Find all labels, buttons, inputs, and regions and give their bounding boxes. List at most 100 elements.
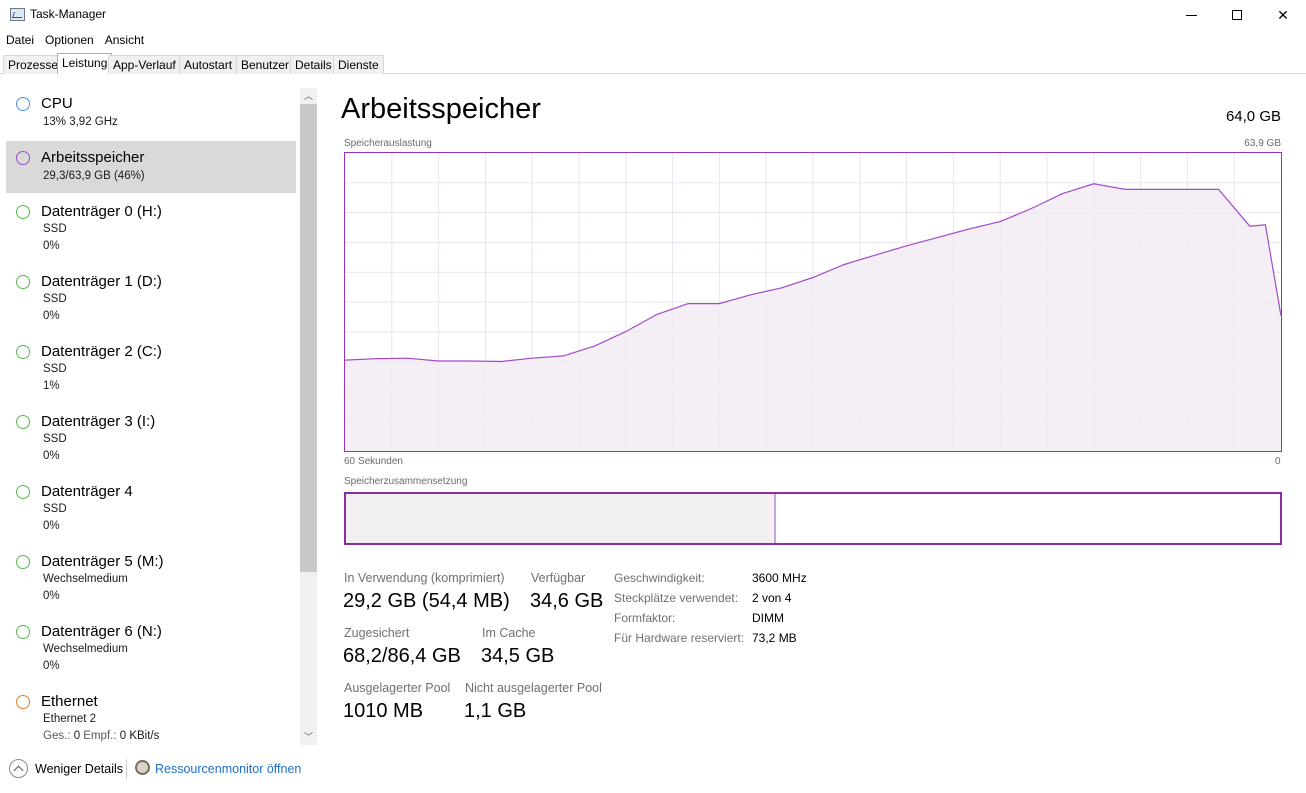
sidebar-item-title: Ethernet [41, 693, 98, 710]
sidebar-item-usage: 0% [43, 520, 60, 532]
sidebar-item-usage: 0% [43, 660, 60, 672]
sidebar-item-datentraeger-2[interactable]: Datenträger 2 (C:) SSD 1% [6, 336, 296, 402]
menu-ansicht[interactable]: Ansicht [99, 31, 149, 51]
composition-label: Speicherzusammensetzung [344, 476, 468, 487]
tab-autostart[interactable]: Autostart [179, 55, 238, 74]
graph-zero-label: 0 [1275, 456, 1281, 467]
collapse-chevron-icon[interactable] [9, 759, 28, 778]
maximize-icon [1232, 10, 1242, 20]
slots-value: 2 von 4 [752, 591, 792, 605]
task-manager-window: Task-Manager ✕ Datei Optionen Ansicht Pr… [0, 0, 1306, 793]
ethernet-indicator-icon [16, 695, 30, 709]
sidebar-item-type: SSD [43, 503, 67, 515]
title-bar: Task-Manager ✕ [0, 0, 1306, 30]
minimize-button[interactable] [1168, 0, 1214, 30]
sidebar-scrollbar-thumb[interactable] [300, 104, 317, 572]
cached-value: 34,5 GB [481, 645, 555, 667]
scroll-down-icon[interactable]: ﹀ [300, 729, 317, 745]
sidebar-item-title: Arbeitsspeicher [41, 149, 145, 166]
menu-optionen[interactable]: Optionen [39, 31, 99, 51]
sidebar-item-usage: 0% [43, 450, 60, 462]
in-use-label: In Verwendung (komprimiert) [344, 571, 505, 585]
sidebar-item-type: SSD [43, 293, 67, 305]
available-label: Verfügbar [531, 571, 586, 585]
sidebar-item-type: Wechselmedium [43, 573, 128, 585]
open-resource-monitor-link[interactable]: Ressourcenmonitor öffnen [155, 762, 301, 776]
sidebar-item-title: Datenträger 0 (H:) [41, 203, 162, 220]
receive-value: 0 KBit/s [119, 730, 160, 742]
fewer-details-button[interactable]: Weniger Details [35, 762, 123, 776]
sidebar-item-usage: 0% [43, 310, 60, 322]
sidebar-item-arbeitsspeicher[interactable]: Arbeitsspeicher 29,3/63,9 GB (46%) [6, 141, 296, 193]
disk-indicator-icon [16, 205, 30, 219]
in-use-value: 29,2 GB (54,4 MB) [343, 590, 510, 612]
scroll-up-icon[interactable]: ︿ [300, 88, 317, 104]
tab-dienste[interactable]: Dienste [333, 55, 384, 74]
tab-benutzer[interactable]: Benutzer [236, 55, 295, 74]
form-factor-value: DIMM [752, 611, 784, 625]
nonpaged-pool-value: 1,1 GB [464, 700, 527, 722]
disk-indicator-icon [16, 275, 30, 289]
disk-indicator-icon [16, 415, 30, 429]
slots-label: Steckplätze verwendet: [614, 591, 739, 605]
hardware-reserved-value: 73,2 MB [752, 631, 797, 645]
menu-datei[interactable]: Datei [0, 31, 39, 51]
footer-divider [126, 759, 127, 779]
disk-indicator-icon [16, 625, 30, 639]
sidebar-item-datentraeger-0[interactable]: Datenträger 0 (H:) SSD 0% [6, 196, 296, 262]
composition-in-use-segment [346, 494, 776, 543]
menu-bar: Datei Optionen Ansicht [0, 31, 149, 51]
memory-usage-graph [344, 152, 1282, 452]
sidebar-item-usage: 0% [43, 240, 60, 252]
sidebar-item-datentraeger-6[interactable]: Datenträger 6 (N:) Wechselmedium 0% [6, 616, 296, 682]
memory-indicator-icon [16, 151, 30, 165]
sidebar-item-type: SSD [43, 363, 67, 375]
sidebar-item-title: Datenträger 5 (M:) [41, 553, 164, 570]
receive-label: Empf.: [83, 730, 117, 742]
page-title: Arbeitsspeicher [341, 93, 541, 125]
tab-app-verlauf[interactable]: App-Verlauf [108, 55, 181, 74]
graph-label: Speicherauslastung [344, 138, 432, 149]
window-title: Task-Manager [30, 7, 107, 21]
sidebar-item-title: Datenträger 6 (N:) [41, 623, 162, 640]
minimize-icon [1185, 14, 1197, 16]
graph-max-label: 63,9 GB [1244, 138, 1281, 149]
disk-indicator-icon [16, 555, 30, 569]
sidebar-item-datentraeger-1[interactable]: Datenträger 1 (D:) SSD 0% [6, 266, 296, 332]
tab-prozesse[interactable]: Prozesse [3, 55, 64, 74]
graph-time-label: 60 Sekunden [344, 456, 403, 467]
sidebar-item-title: Datenträger 1 (D:) [41, 273, 162, 290]
send-value: 0 [73, 730, 81, 742]
cpu-indicator-icon [16, 97, 30, 111]
committed-value: 68,2/86,4 GB [343, 645, 461, 667]
sidebar-item-detail: 29,3/63,9 GB (46%) [43, 170, 145, 182]
sidebar-item-ethernet[interactable]: Ethernet Ethernet 2 Ges.: 0 Empf.: 0 KBi… [6, 686, 296, 748]
footer-bar: Weniger Details Ressourcenmonitor öffnen [0, 749, 1306, 793]
close-button[interactable]: ✕ [1260, 0, 1306, 30]
maximize-button[interactable] [1214, 0, 1260, 30]
sidebar-item-title: Datenträger 2 (C:) [41, 343, 162, 360]
speed-label: Geschwindigkeit: [614, 571, 705, 585]
sidebar-item-datentraeger-3[interactable]: Datenträger 3 (I:) SSD 0% [6, 406, 296, 472]
tab-leistung[interactable]: Leistung [57, 53, 113, 75]
sidebar-item-type: SSD [43, 223, 67, 235]
sidebar-item-datentraeger-5[interactable]: Datenträger 5 (M:) Wechselmedium 0% [6, 546, 296, 612]
paged-pool-value: 1010 MB [343, 700, 424, 722]
tab-bar: Prozesse Leistung App-Verlauf Autostart … [0, 53, 1306, 75]
total-memory: 64,0 GB [1225, 108, 1281, 125]
tab-details[interactable]: Details [290, 55, 337, 74]
sidebar-item-cpu[interactable]: CPU 13% 3,92 GHz [6, 88, 296, 138]
sidebar-item-title: CPU [41, 95, 73, 112]
sidebar-item-type: Wechselmedium [43, 643, 128, 655]
hardware-reserved-label: Für Hardware reserviert: [614, 631, 745, 645]
close-icon: ✕ [1277, 6, 1289, 23]
paged-pool-label: Ausgelagerter Pool [344, 681, 451, 695]
sidebar-item-datentraeger-4[interactable]: Datenträger 4 SSD 0% [6, 476, 296, 542]
task-manager-app-icon [10, 8, 25, 21]
performance-sidebar: CPU 13% 3,92 GHz Arbeitsspeicher 29,3/63… [0, 74, 318, 747]
memory-composition-bar [344, 492, 1282, 545]
disk-indicator-icon [16, 485, 30, 499]
sidebar-item-type: SSD [43, 433, 67, 445]
sidebar-item-usage: 1% [43, 380, 60, 392]
sidebar-item-usage: 0% [43, 590, 60, 602]
